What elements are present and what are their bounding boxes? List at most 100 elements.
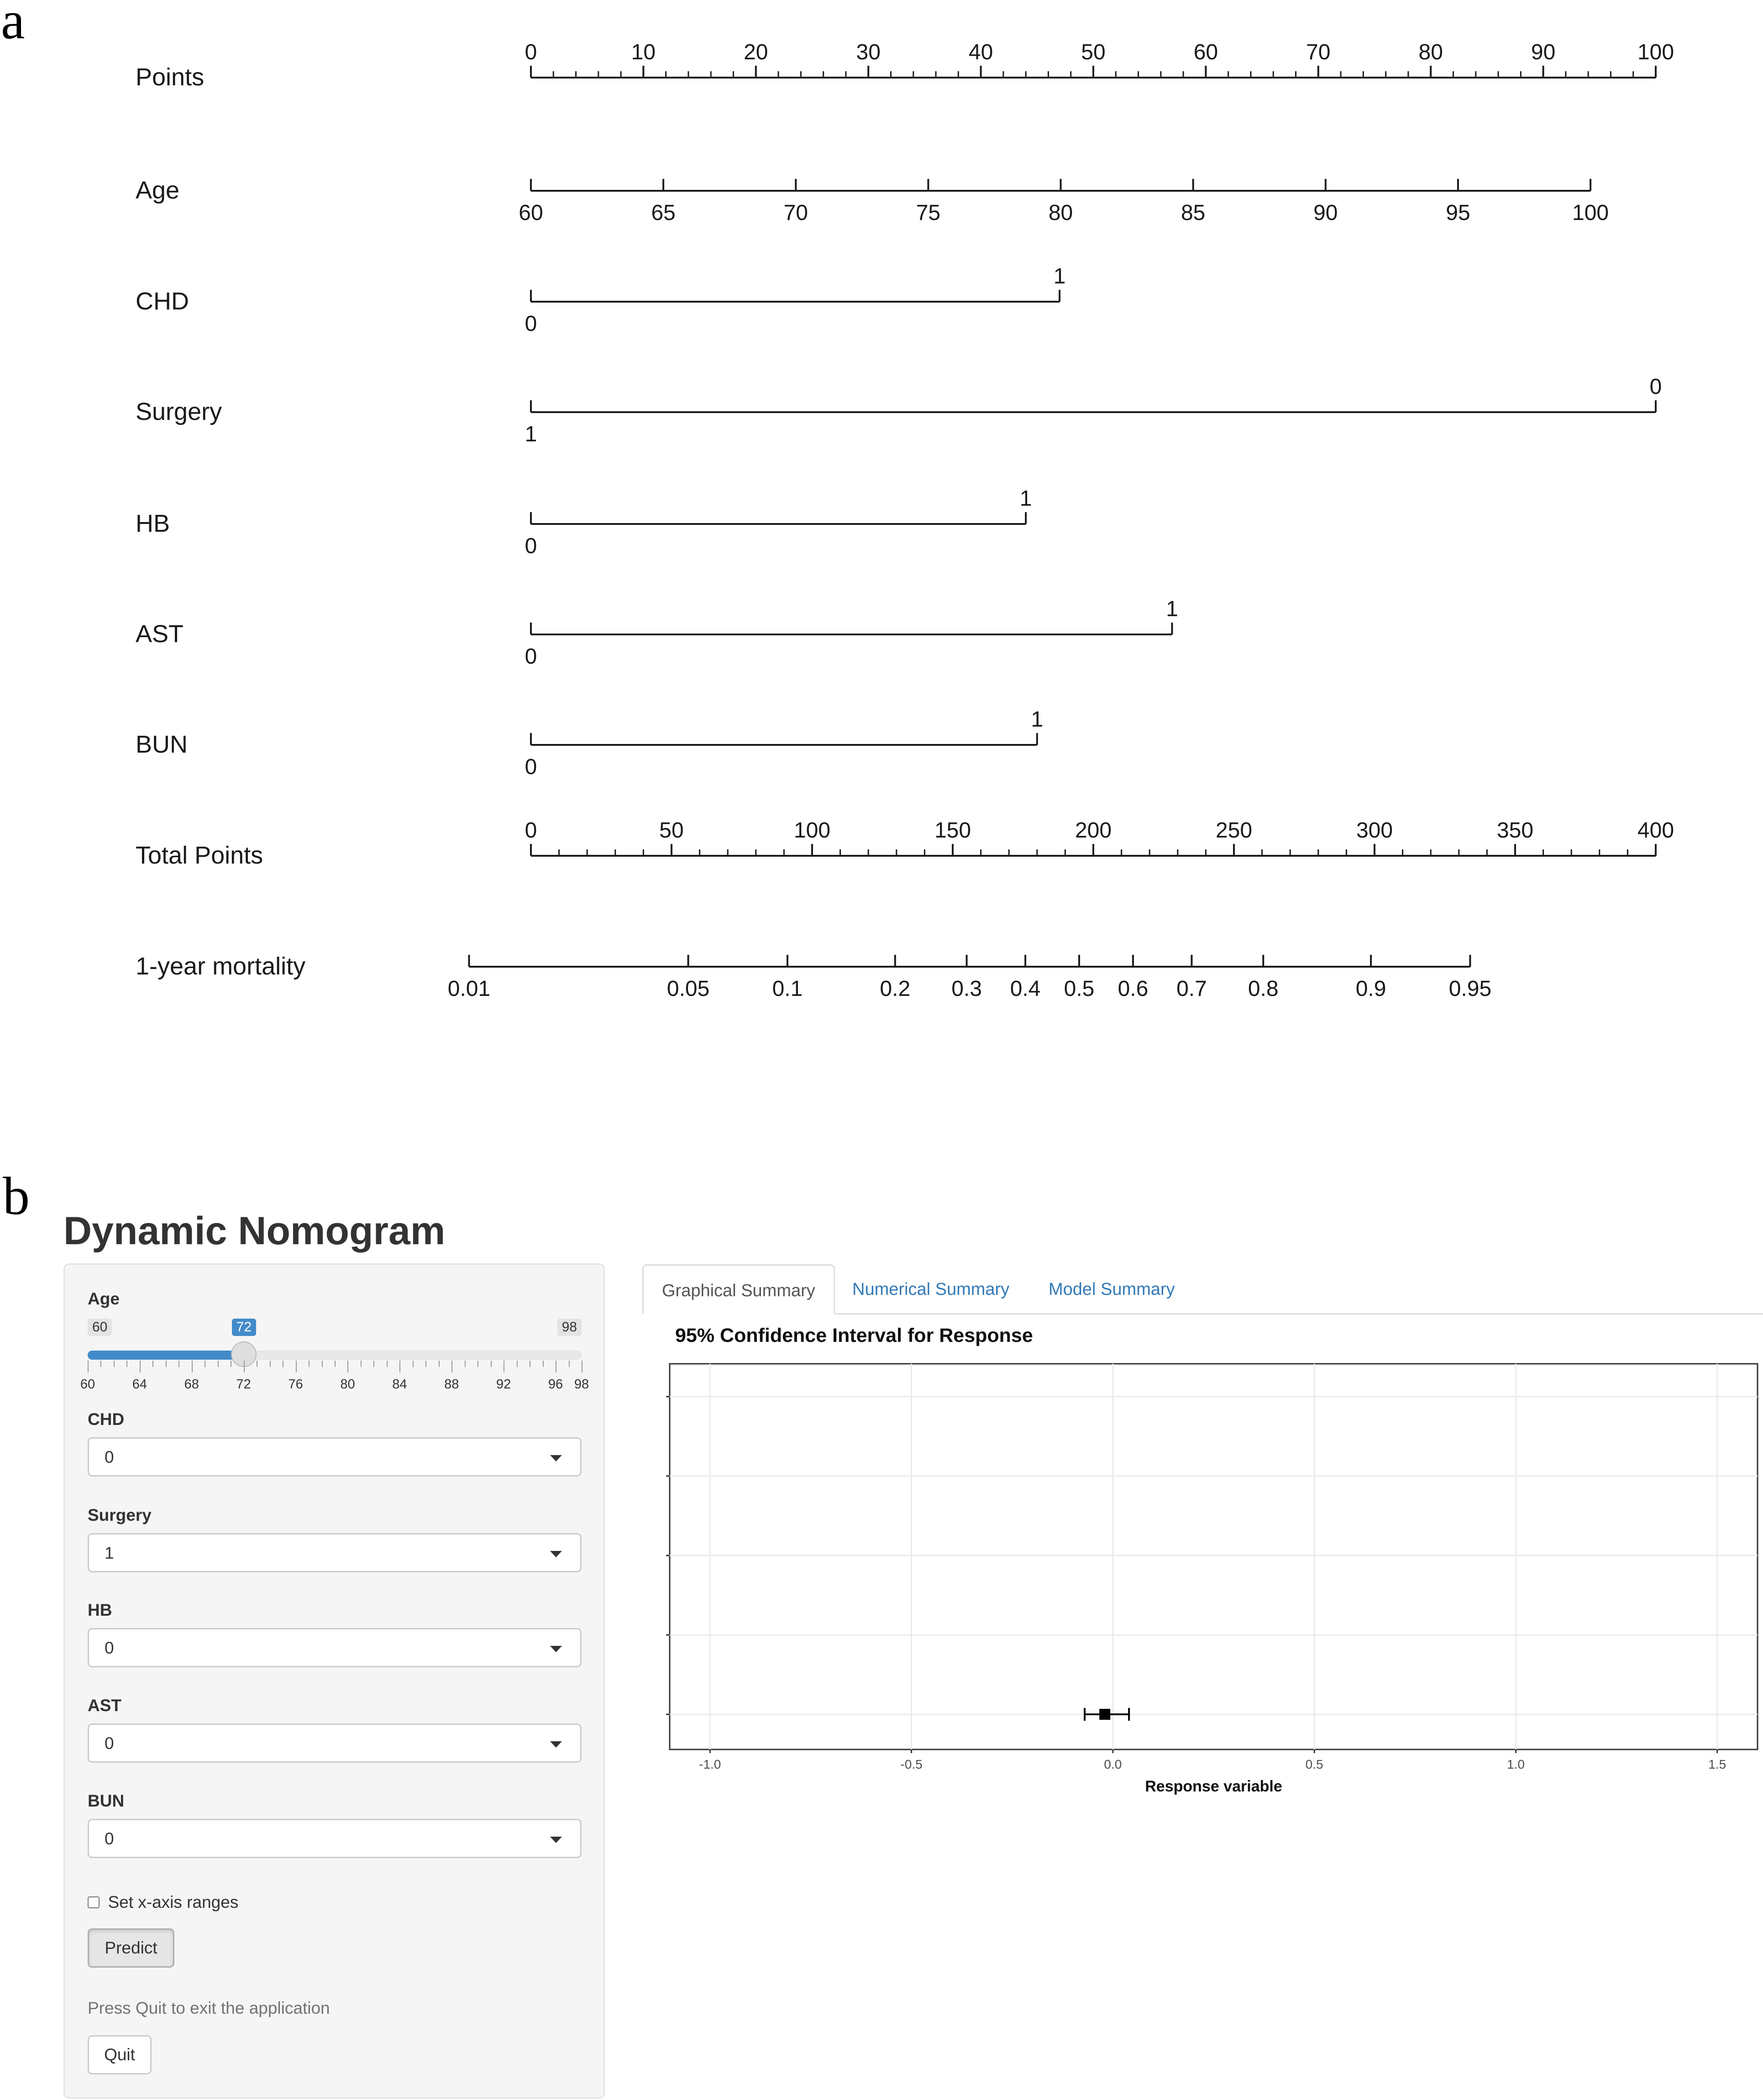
surgery-low-label: 1 [525,422,537,446]
ci-x-tick-label: 1.5 [1708,1757,1726,1771]
hb-select[interactable]: 0 [88,1628,582,1667]
ci-x-tick-label: 1.0 [1507,1757,1525,1771]
ci-x-tick-label: 0.0 [1104,1757,1122,1771]
total-points-tick-label: 150 [934,818,971,843]
points-tick-label: 40 [969,40,993,64]
slider-tick-mark [438,1361,440,1367]
hb-select-value: 0 [105,1639,114,1657]
bun-select-value: 0 [105,1829,114,1848]
points-tick-label: 90 [1531,40,1555,64]
slider-tick-mark [152,1361,154,1367]
chevron-down-icon [550,1455,562,1461]
total-points-tick-label: 100 [794,818,830,843]
chevron-down-icon [550,1551,562,1557]
age-slider[interactable]: 60 98 72 60 64 68 72 76 80 84 88 92 96 98 [80,1315,590,1393]
chd-select[interactable]: 0 [88,1437,582,1477]
slider-tick-mark [100,1361,102,1367]
chd-select-value: 0 [105,1448,114,1466]
slider-tick-label: 98 [574,1377,589,1392]
confidence-interval-chart: 95% Confidence Interval for Response -1.0… [666,1325,1758,1795]
1-year-mortality-tick-label: 0.05 [667,977,709,1001]
1-year-mortality-tick-label: 0.01 [448,977,490,1001]
age-value-label: 72 [231,1319,257,1336]
points-tick-label: 70 [1306,40,1330,64]
ast-low-label: 0 [525,644,537,669]
bun-low-label: 0 [525,755,537,779]
points-tick-label: 50 [1081,40,1105,64]
slider-tick-mark [88,1361,89,1372]
points-tick-label: 0 [525,40,537,64]
chevron-down-icon [550,1837,562,1843]
surgery-label: Surgery [88,1506,152,1524]
points-tick-label: 30 [856,40,881,64]
slider-tick-mark [321,1361,323,1367]
hb-high-label: 1 [1020,487,1032,511]
slider-tick-label: 96 [548,1377,563,1392]
ast-select[interactable]: 0 [88,1723,582,1763]
app-title: Dynamic Nomogram [63,1209,446,1253]
total-points-tick-label: 350 [1497,818,1533,843]
hb-label: HB [88,1601,112,1619]
nomogram-chart: Points0 10 20 30 40 50 60 70 80 90 100Age60 65 70 75 8… [136,40,1674,1001]
points-tick-label: 60 [1194,40,1218,64]
total-points-tick-label: 200 [1075,818,1112,843]
age-tick-label: 85 [1181,201,1205,225]
slider-tick-label: 60 [80,1377,95,1392]
predict-button[interactable]: Predict [88,1928,174,1968]
slider-tick-mark [113,1361,115,1367]
row-label-chd: CHD [136,288,189,315]
bun-select[interactable]: 0 [88,1819,582,1858]
ast-label: AST [88,1696,121,1715]
surgery-select[interactable]: 1 [88,1533,582,1572]
age-tick-label: 100 [1572,201,1609,225]
slider-tick-mark [269,1361,271,1367]
slider-tick-mark [335,1361,336,1367]
points-tick-label: 80 [1419,40,1443,64]
slider-tick-label: 88 [444,1377,459,1392]
age-max-label: 98 [557,1319,582,1336]
total-points-tick-label: 300 [1356,818,1393,843]
surgery-select-value: 1 [105,1544,114,1562]
1-year-mortality-tick-label: 0.2 [880,977,910,1001]
quit-button[interactable]: Quit [88,2035,152,2074]
hb-low-label: 0 [525,534,537,558]
row-label-bun: BUN [136,731,188,758]
row-label-hb: HB [136,510,170,537]
row-label-1-year-mortality: 1-year mortality [136,953,305,980]
slider-tick-mark [464,1361,466,1367]
slider-tick-mark [490,1361,492,1367]
tab-graphical-summary[interactable]: Graphical Summary [642,1264,835,1314]
ci-x-tick-label: -1.0 [699,1757,721,1771]
slider-tick-mark [568,1361,570,1367]
slider-tick-mark [178,1361,180,1367]
set-xaxis-label: Set x-axis ranges [108,1893,239,1911]
slider-tick-mark [373,1361,375,1367]
age-tick-label: 70 [784,201,808,225]
slider-tick-mark [516,1361,518,1367]
total-points-tick-label: 50 [659,818,683,843]
set-xaxis-checkbox[interactable] [88,1896,100,1908]
slider-tick-mark [309,1361,310,1367]
row-label-ast: AST [136,620,184,648]
tab-model-summary[interactable]: Model Summary [1030,1264,1193,1314]
total-points-tick-label: 250 [1216,818,1252,843]
slider-tick-mark [451,1361,453,1372]
slider-tick-mark [399,1361,401,1372]
slider-tick-mark [139,1361,141,1372]
slider-tick-label: 84 [392,1377,407,1392]
ci-x-tick-label: 0.5 [1306,1757,1323,1771]
chd-label: CHD [88,1410,125,1429]
set-xaxis-row: Set x-axis ranges [88,1893,238,1912]
row-label-points: Points [136,63,204,91]
tab-numerical-summary[interactable]: Numerical Summary [834,1264,1028,1314]
row-label-age: Age [136,177,179,204]
slider-tick-mark [165,1361,167,1367]
age-tick-label: 90 [1313,201,1338,225]
slider-tick-label: 68 [184,1377,199,1392]
slider-tick-mark [477,1361,479,1367]
quit-help-text: Press Quit to exit the application [88,1999,330,2017]
1-year-mortality-tick-label: 0.4 [1010,977,1041,1001]
points-tick-label: 10 [631,40,656,64]
summary-tabs: Graphical Summary Numerical Summary Mode… [642,1264,1763,1314]
bun-high-label: 1 [1031,707,1043,732]
